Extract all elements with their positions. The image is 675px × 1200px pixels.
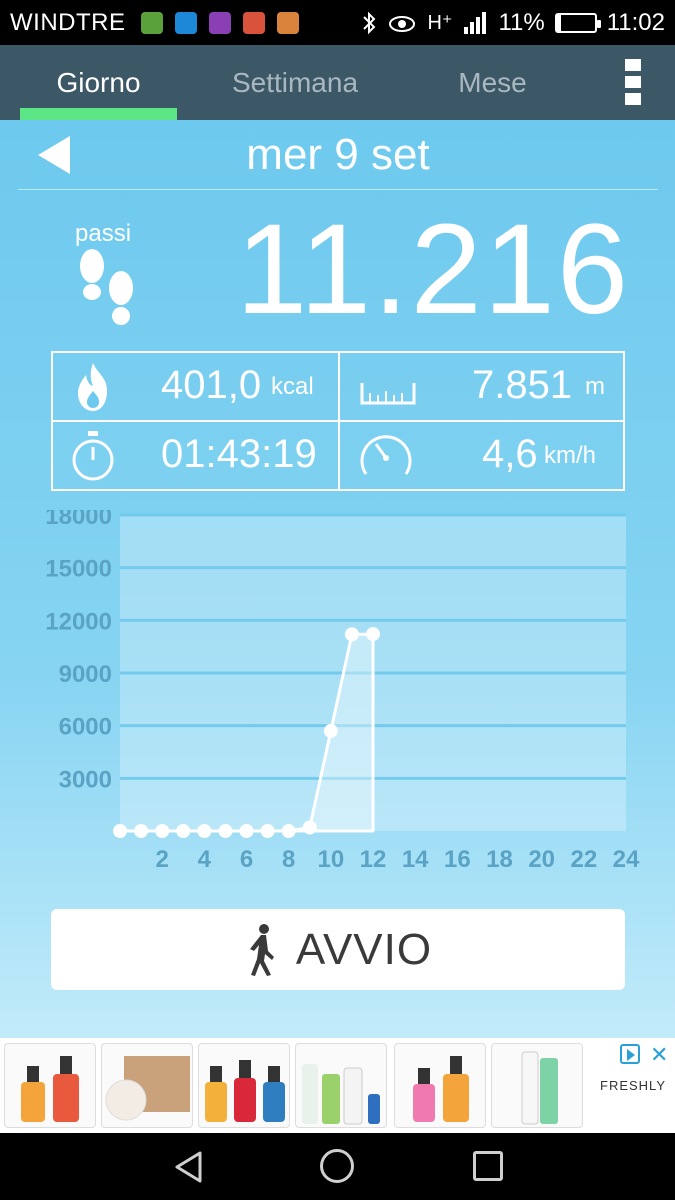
steps-chart: 3000 6000 9000 12000 15000 18000 2 4 6 8 10 12 14 16… (0, 503, 675, 890)
ad-product-serum-trio[interactable] (198, 1043, 290, 1128)
gallery-notification-icon (209, 11, 232, 34)
data-point (260, 824, 275, 838)
ad-close-icon[interactable]: ✕ (650, 1042, 668, 1068)
home-icon[interactable] (320, 1149, 354, 1183)
data-point (344, 627, 359, 642)
serum-bottles-image (21, 1056, 79, 1122)
serum-trio-image (205, 1060, 285, 1122)
steps-label: passi (75, 220, 132, 247)
system-navigation-bar (0, 1133, 675, 1200)
x-tick-label: 20 (528, 846, 555, 873)
x-tick-label: 24 (613, 846, 640, 873)
data-point (176, 824, 191, 838)
battery-percent: 11% (498, 8, 545, 36)
ad-product-cotton-pads[interactable] (101, 1043, 193, 1128)
serum-pink-image (413, 1056, 469, 1122)
calories-unit: kcal (271, 373, 314, 400)
data-point (302, 820, 317, 835)
distance-value: 7.851 (472, 363, 573, 407)
start-button-label: AVVIO (295, 924, 433, 974)
y-tick-label: 6000 (59, 714, 112, 741)
data-point (155, 824, 170, 838)
clock: 11:02 (606, 8, 665, 36)
network-type-label: H⁺ (427, 12, 453, 34)
main-panel: mer 9 set passi 11.216 401,0 kcal 7.851 … (0, 120, 675, 1038)
x-tick-label: 22 (570, 846, 597, 873)
spray-set-image (302, 1064, 380, 1125)
tab-giorno[interactable]: Giorno (20, 45, 177, 120)
y-tick-label: 9000 (59, 661, 112, 688)
status-bar: WINDTRE H⁺ 11% 11:02 (0, 0, 675, 45)
ad-product-serum-pair[interactable] (4, 1043, 96, 1128)
metric-calories: 401,0 kcal (53, 353, 338, 421)
eye-icon (389, 15, 416, 32)
data-point (218, 824, 233, 838)
speedometer-icon (360, 435, 412, 475)
tab-settimana[interactable]: Settimana (200, 45, 390, 120)
x-tick-label: 10 (317, 846, 344, 873)
y-tick-label: 18000 (45, 510, 112, 530)
app-notification-icon (243, 11, 266, 34)
ad-product-tube-cream[interactable] (491, 1043, 583, 1128)
x-tick-label: 16 (444, 846, 471, 873)
recent-apps-icon[interactable] (473, 1151, 503, 1181)
metric-distance: 7.851 m (340, 353, 625, 421)
y-tick-label: 3000 (59, 766, 112, 793)
metric-speed: 4,6 km/h (340, 422, 625, 490)
tab-mese[interactable]: Mese (420, 45, 565, 120)
ad-product-serum-pink[interactable] (394, 1043, 486, 1128)
steps-chart-svg: 300060009000120001500018000 2 4 6 8 10 12 14 16… (45, 503, 640, 873)
ad-banner[interactable]: ✕ FRESHLY (0, 1038, 675, 1133)
x-tick-label: 4 (198, 846, 212, 873)
speed-value: 4,6 (482, 432, 538, 476)
carrier-label: WINDTRE (10, 8, 126, 36)
status-icons: H⁺ 11% 11:02 (361, 9, 665, 37)
data-point (239, 824, 254, 838)
signal-icon (464, 11, 487, 34)
walker-icon (249, 923, 274, 976)
x-tick-label: 6 (240, 846, 253, 873)
ad-product-spray-set[interactable] (295, 1043, 387, 1128)
data-point (113, 824, 127, 838)
x-tick-label: 14 (402, 846, 429, 873)
tab-bar: Giorno Settimana Mese (0, 45, 675, 120)
calories-value: 401,0 (161, 363, 262, 407)
footprints-icon (80, 249, 133, 325)
battery-icon (554, 12, 601, 33)
duration-value: 01:43:19 (161, 432, 317, 476)
steps-count: 11.216 (236, 198, 630, 341)
store-notification-icon (277, 11, 300, 34)
metrics-grid: 401,0 kcal 7.851 m 01:43:19 4,6 km/h (51, 351, 625, 491)
data-point (366, 627, 380, 642)
date-header: mer 9 set (18, 120, 658, 190)
cotton-pads-image (105, 1056, 190, 1121)
speed-unit: km/h (544, 442, 597, 469)
distance-unit: m (585, 373, 605, 400)
y-tick-label: 15000 (45, 556, 112, 583)
bluetooth-notification-icon (175, 11, 198, 34)
data-point (197, 824, 212, 838)
overflow-menu-icon[interactable] (625, 59, 641, 105)
date-title: mer 9 set (246, 130, 430, 179)
back-icon[interactable] (173, 1150, 203, 1184)
stopwatch-icon (72, 431, 114, 481)
bluetooth-icon (363, 11, 376, 34)
ruler-icon (360, 383, 416, 405)
y-tick-label: 12000 (45, 608, 112, 635)
metric-duration: 01:43:19 (53, 422, 338, 490)
data-point (281, 824, 296, 838)
notification-icon (141, 11, 164, 34)
x-tick-label: 12 (360, 846, 387, 873)
battery-fill (556, 14, 561, 31)
x-tick-label: 18 (486, 846, 513, 873)
data-point (134, 824, 149, 838)
data-point (323, 723, 338, 738)
ad-brand-logo: FRESHLY (600, 1078, 666, 1093)
tube-cream-image (521, 1051, 558, 1125)
x-tick-label: 2 (155, 846, 168, 873)
x-tick-label: 8 (282, 846, 295, 873)
start-button[interactable]: AVVIO (51, 909, 625, 990)
ad-choices-icon[interactable] (620, 1044, 640, 1064)
flame-icon (78, 363, 107, 411)
